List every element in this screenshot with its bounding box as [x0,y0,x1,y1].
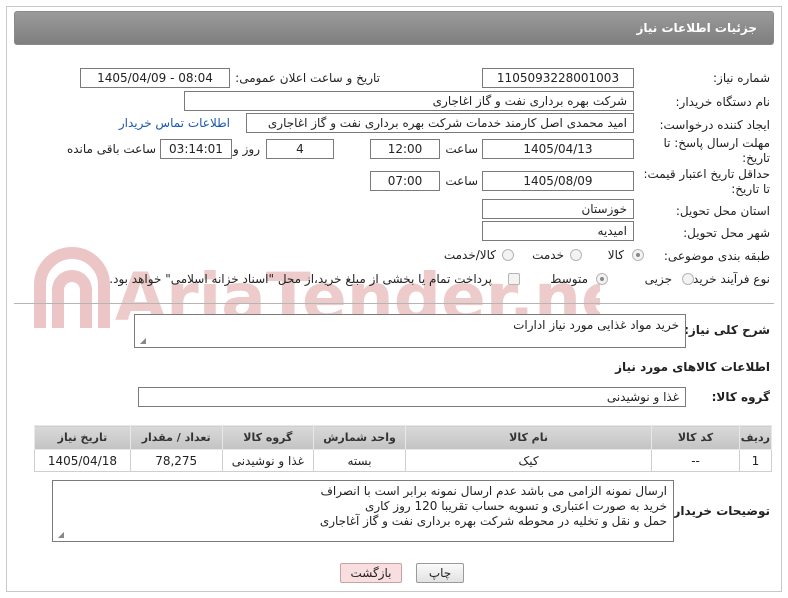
category-label: طبقه بندی موضوعی: [663,249,770,263]
category-radio-goods-service[interactable] [502,249,514,261]
col-row: ردیف [738,425,773,450]
payment-note: پرداخت تمام یا بخشی از مبلغ خرید،از محل … [109,272,492,286]
price-time-label: ساعت [445,174,478,188]
buyer-note-line: خرید به صورت اعتباری و تسویه حساب تقریبا… [364,499,667,513]
col-code: کد کالا [651,425,740,450]
process-label: نوع فرآیند خرید : [685,272,770,286]
need-number-field[interactable]: 1105093228001003 [482,68,634,88]
process-radio-minor[interactable] [682,273,694,285]
summary-label: شرح کلی نیاز: [684,323,770,337]
price-time-field[interactable]: 07:00 [370,171,440,191]
process-option-medium: متوسط [550,272,588,286]
category-option-goods: کالا [607,248,624,262]
cell-code: -- [651,449,740,472]
province-label: استان محل تحویل: [675,204,770,218]
cell-date: 1405/04/18 [34,449,131,472]
resize-handle-icon[interactable]: ◢ [138,337,146,345]
announce-field[interactable]: 1405/04/09 - 08:04 [80,68,230,88]
col-group: گروه کالا [221,425,315,450]
contact-info-link[interactable]: اطلاعات تماس خریدار [119,116,230,130]
province-field[interactable]: خوزستان [482,199,634,219]
price-validity-label-2: تا تاریخ: [731,182,770,196]
process-option-minor: جزیی [644,272,672,286]
city-label: شهر محل تحویل: [683,226,770,240]
remaining-label: ساعت باقی مانده [66,142,156,156]
announce-label: تاریخ و ساعت اعلان عمومی: [235,71,380,85]
buyer-note-line: حمل و نقل و تخلیه در محوطه شرکت بهره برد… [319,514,667,528]
days-field[interactable]: 4 [266,139,334,159]
remaining-time-field[interactable]: 03:14:01 [160,139,232,159]
cell-row: 1 [738,449,773,472]
reply-deadline-label: مهلت ارسال پاسخ: تا [663,136,770,150]
col-unit: واحد شمارش [313,425,406,450]
category-option-service: خدمت [532,248,564,262]
items-table: ردیف کد کالا نام کالا واحد شمارش گروه کا… [34,425,773,472]
need-number-label: شماره نیاز: [713,71,770,85]
category-radio-service[interactable] [570,249,582,261]
col-name: نام کالا [404,425,653,450]
divider [14,303,774,304]
category-radio-goods[interactable] [632,249,644,261]
creator-label: ایجاد کننده درخواست: [659,118,770,132]
reply-time-label: ساعت [445,142,478,156]
cell-name: کیک [404,449,653,472]
buyer-org-field[interactable]: شرکت بهره برداری نفت و گاز اغاجاری [184,91,634,111]
summary-textarea[interactable]: خرید مواد غذایی مورد نیاز ادارات ◢ [134,314,686,348]
price-date-field[interactable]: 1405/08/09 [482,171,634,191]
cell-group: غذا و نوشیدنی [221,449,315,472]
buyer-notes-label: توضیحات خریدار: [668,504,770,518]
cell-unit: بسته [313,449,406,472]
items-table-header: ردیف کد کالا نام کالا واحد شمارش گروه کا… [34,425,773,450]
creator-field[interactable]: امید محمدی اصل کارمند خدمات شرکت بهره بر… [246,113,634,133]
city-field[interactable]: امیدیه [482,221,634,241]
goods-group-field[interactable]: غذا و نوشیدنی [138,387,686,407]
goods-group-label: گروه کالا: [711,390,770,404]
category-option-goods-service: کالا/خدمت [443,248,496,262]
col-quantity: تعداد / مقدار [129,425,223,450]
summary-text: خرید مواد غذایی مورد نیاز ادارات [513,318,679,332]
resize-handle-icon[interactable]: ◢ [56,531,64,539]
reply-date-field[interactable]: 1405/04/13 [482,139,634,159]
buyer-notes-textarea[interactable]: ارسال نمونه الزامی می باشد عدم ارسال نمو… [52,480,674,542]
col-date: تاریخ نیاز [34,425,131,450]
table-row[interactable]: 1 -- کیک بسته غذا و نوشیدنی 78,275 1405/… [34,449,773,472]
page-title: جزئیات اطلاعات نیاز [636,21,757,35]
header-bar: جزئیات اطلاعات نیاز [14,11,774,45]
price-validity-label: حداقل تاریخ اعتبار قیمت: [643,167,770,181]
process-radio-medium[interactable] [596,273,608,285]
back-button[interactable]: بازگشت [340,563,402,583]
goods-section-title: اطلاعات کالاهای مورد نیاز [615,360,770,374]
reply-time-field[interactable]: 12:00 [370,139,440,159]
cell-quantity: 78,275 [129,449,223,472]
reply-deadline-label-2: تاریخ: [742,151,770,165]
buyer-note-line: ارسال نمونه الزامی می باشد عدم ارسال نمو… [320,484,667,498]
treasury-payment-checkbox[interactable] [508,273,520,285]
print-button[interactable]: چاپ [416,563,464,583]
buyer-org-label: نام دستگاه خریدار: [675,95,771,109]
days-label: روز و [233,142,260,156]
